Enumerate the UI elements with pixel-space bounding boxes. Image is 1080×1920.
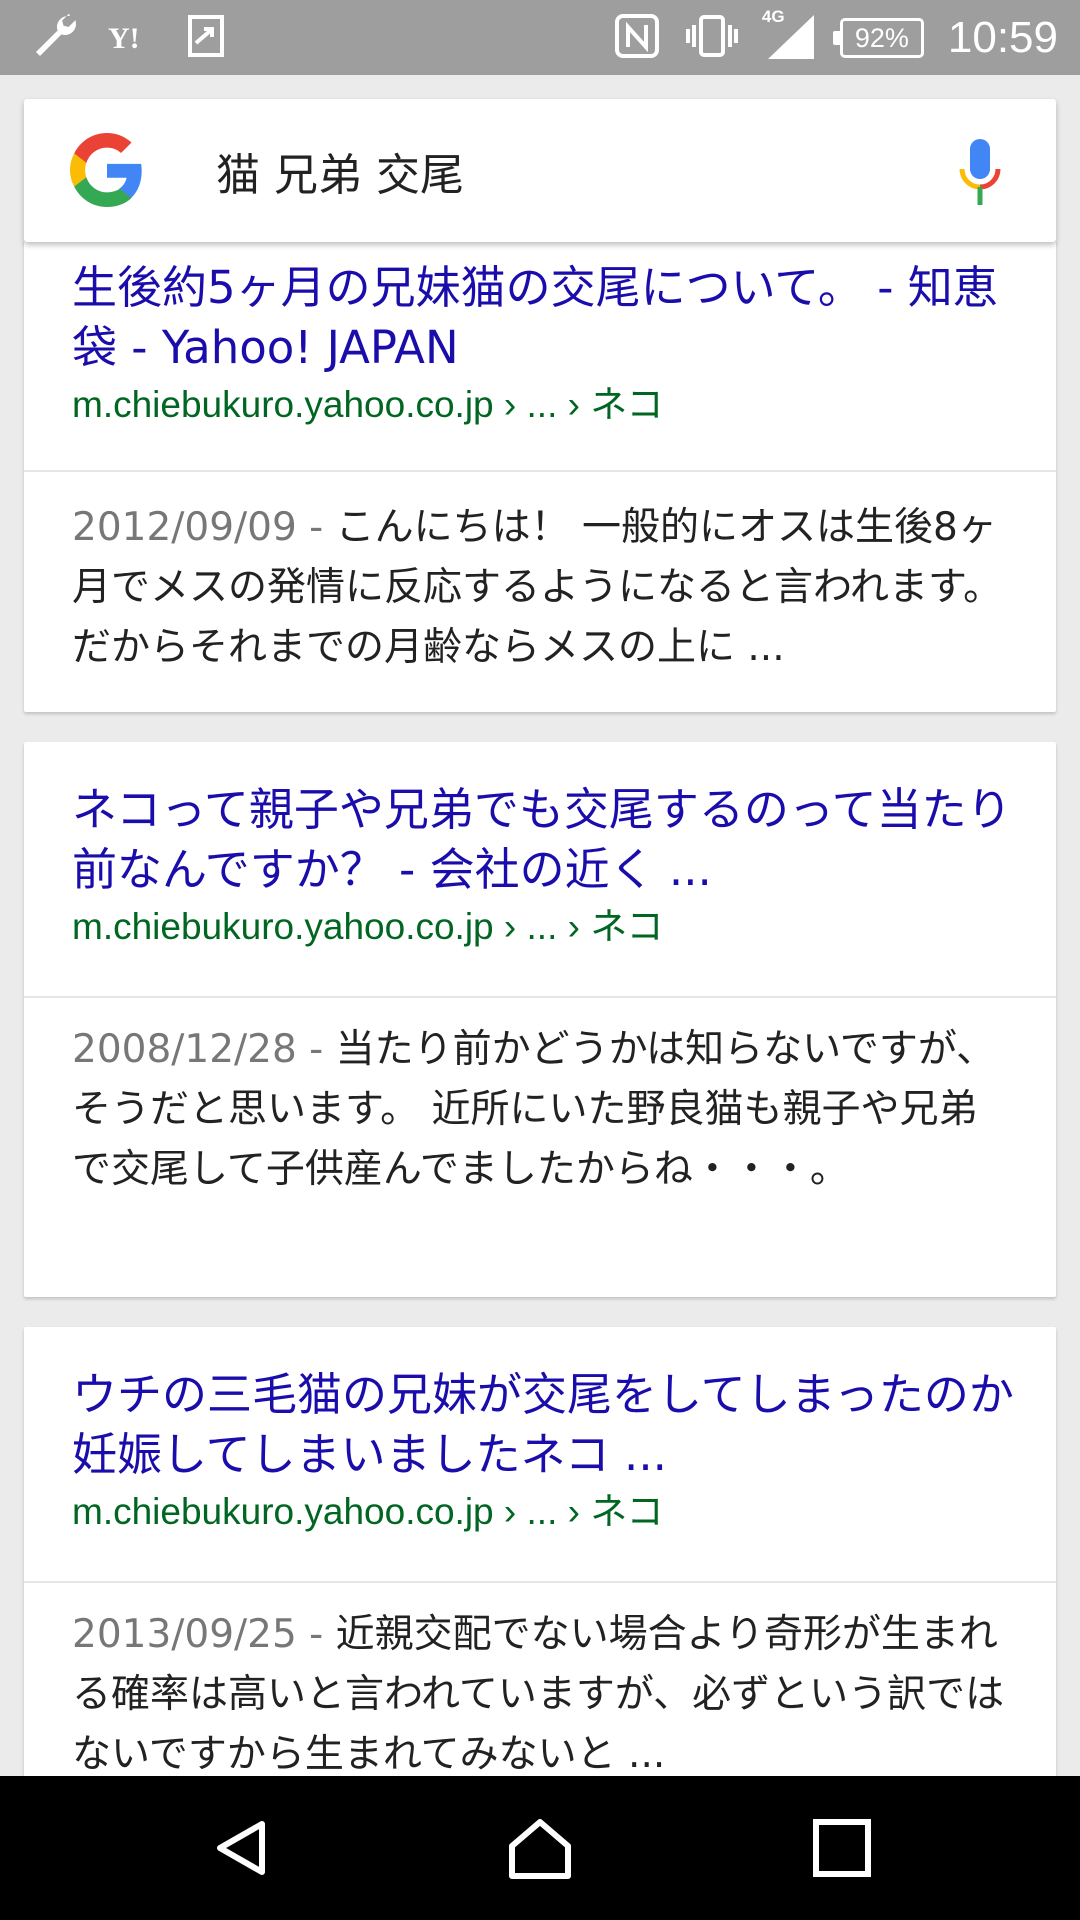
result-snippet-area[interactable]: 2012/09/09 - こんにちは！ 一般的にオスは生後8ヶ月でメスの発情に反… xyxy=(24,472,1056,712)
result-card: ウチの三毛猫の兄妹が交尾をしてしまったのか妊娠してしまいましたネコ ... m.… xyxy=(24,1327,1056,1776)
search-bar[interactable]: 猫 兄弟 交尾 xyxy=(24,99,1056,242)
wrench-icon xyxy=(28,10,80,66)
battery-level: 92% xyxy=(854,22,909,53)
result-url: m.chiebukuro.yahoo.co.jp › ... › ネコ xyxy=(72,1491,664,1532)
result-header[interactable]: 生後約5ヶ月の兄妹猫の交尾について。 - 知恵袋 - Yahoo! JAPAN … xyxy=(24,242,1056,472)
recents-icon[interactable] xyxy=(810,1816,874,1880)
svg-text:Y!: Y! xyxy=(108,22,140,55)
clock: 10:59 xyxy=(947,13,1058,62)
search-input[interactable]: 猫 兄弟 交尾 xyxy=(216,139,464,203)
result-header[interactable]: ウチの三毛猫の兄妹が交尾をしてしまったのか妊娠してしまいましたネコ ... m.… xyxy=(24,1327,1056,1583)
result-url: m.chiebukuro.yahoo.co.jp › ... › ネコ xyxy=(72,906,664,947)
microphone-icon[interactable] xyxy=(956,137,1004,209)
back-icon[interactable] xyxy=(210,1816,274,1880)
result-snippet: 2013/09/25 - 近親交配でない場合より奇形が生まれる確率は高いと言われ… xyxy=(72,1605,1016,1776)
result-date: 2012/09/09 - xyxy=(72,505,336,550)
status-bar: Y! 4G 92% 10:59 xyxy=(0,0,1080,75)
battery-icon: 92% xyxy=(832,18,924,58)
google-logo[interactable] xyxy=(70,133,144,207)
result-snippet-area[interactable]: 2013/09/25 - 近親交配でない場合より奇形が生まれる確率は高いと言われ… xyxy=(24,1583,1056,1776)
signal-icon: 4G xyxy=(762,7,816,65)
result-date: 2008/12/28 - xyxy=(72,1027,336,1072)
result-url: m.chiebukuro.yahoo.co.jp › ... › ネコ xyxy=(72,384,664,425)
navigation-bar xyxy=(0,1776,1080,1920)
result-card: ネコって親子や兄弟でも交尾するのって当たり前なんですか？ - 会社の近く ...… xyxy=(24,742,1056,1297)
yahoo-icon: Y! xyxy=(106,16,158,60)
nfc-icon xyxy=(614,13,660,63)
result-snippet: 2012/09/09 - こんにちは！ 一般的にオスは生後8ヶ月でメスの発情に反… xyxy=(72,498,1016,678)
result-title-link[interactable]: 生後約5ヶ月の兄妹猫の交尾について。 - 知恵袋 - Yahoo! JAPAN xyxy=(72,258,1016,378)
home-icon[interactable] xyxy=(506,1816,571,1880)
network-type: 4G xyxy=(761,7,785,26)
share-icon xyxy=(184,13,228,63)
results-list[interactable]: 生後約5ヶ月の兄妹猫の交尾について。 - 知恵袋 - Yahoo! JAPAN … xyxy=(0,242,1080,1776)
result-header[interactable]: ネコって親子や兄弟でも交尾するのって当たり前なんですか？ - 会社の近く ...… xyxy=(24,742,1056,998)
result-card: 生後約5ヶ月の兄妹猫の交尾について。 - 知恵袋 - Yahoo! JAPAN … xyxy=(24,242,1056,712)
result-title-link[interactable]: ウチの三毛猫の兄妹が交尾をしてしまったのか妊娠してしまいましたネコ ... xyxy=(72,1365,1016,1485)
result-snippet: 2008/12/28 - 当たり前かどうかは知らないですが、そうだと思います。 … xyxy=(72,1020,1016,1200)
result-snippet-area[interactable]: 2008/12/28 - 当たり前かどうかは知らないですが、そうだと思います。 … xyxy=(24,998,1056,1297)
vibrate-icon xyxy=(684,13,740,63)
result-title-link[interactable]: ネコって親子や兄弟でも交尾するのって当たり前なんですか？ - 会社の近く ... xyxy=(72,780,1016,900)
result-date: 2013/09/25 - xyxy=(72,1612,336,1657)
